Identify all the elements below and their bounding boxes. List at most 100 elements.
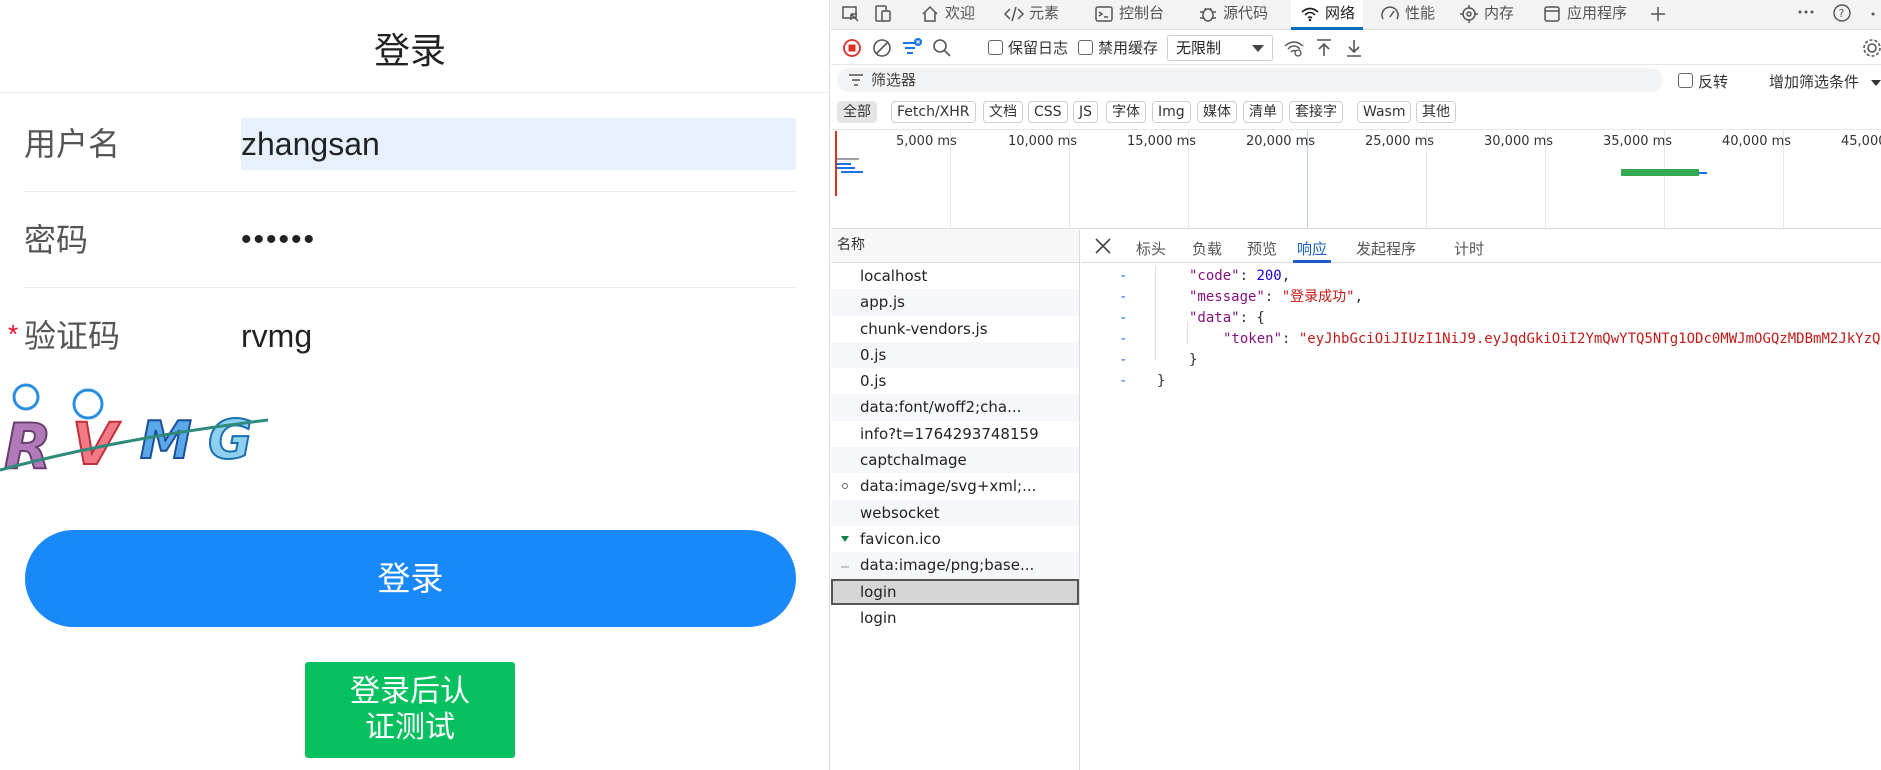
filter-doc[interactable]: 文档: [983, 101, 1023, 123]
indent-guide: [1155, 266, 1156, 360]
filter-css[interactable]: CSS: [1028, 101, 1068, 123]
tab-console[interactable]: 控制台: [1093, 0, 1164, 30]
filter-active-icon[interactable]: [901, 37, 923, 59]
device-toolbar-icon[interactable]: [873, 4, 893, 24]
tab-headers[interactable]: 标头: [1136, 230, 1166, 263]
preserve-log-checkbox[interactable]: [988, 40, 1003, 55]
more-filters-dropdown[interactable]: 增加筛选条件: [1769, 71, 1859, 92]
request-bar: [837, 167, 855, 169]
more-icon[interactable]: [1865, 4, 1881, 24]
request-list-header[interactable]: 名称: [831, 230, 1079, 263]
upload-icon[interactable]: [1313, 37, 1335, 59]
tab-timing[interactable]: 计时: [1454, 230, 1484, 263]
request-row[interactable]: chunk-vendors.js: [831, 316, 1079, 342]
request-row[interactable]: favicon.ico: [831, 526, 1079, 552]
devtools-tabbar: 欢迎 元素 控制台 源代码 网络 性能 内存 应用程序 ?: [831, 0, 1881, 30]
filter-js[interactable]: JS: [1073, 101, 1099, 123]
inspect-icon[interactable]: [841, 4, 861, 24]
disable-cache-checkbox[interactable]: [1078, 40, 1093, 55]
tab-performance[interactable]: 性能: [1379, 0, 1435, 30]
request-row[interactable]: data:font/woff2;cha...: [831, 394, 1079, 421]
tab-response[interactable]: 响应: [1293, 230, 1332, 263]
filter-other[interactable]: 其他: [1416, 101, 1456, 123]
request-row[interactable]: localhost: [831, 263, 1079, 289]
download-icon[interactable]: [1343, 37, 1365, 59]
filter-media[interactable]: 媒体: [1197, 101, 1237, 123]
svg-text:M: M: [140, 411, 192, 471]
tab-network[interactable]: 网络: [1291, 0, 1364, 30]
request-bar: [841, 171, 863, 173]
password-input[interactable]: ••••••: [241, 214, 796, 266]
login-button[interactable]: 登录: [25, 530, 796, 627]
devtools-panel: 欢迎 元素 控制台 源代码 网络 性能 内存 应用程序 ? 保留日志 禁用缓存 …: [831, 0, 1881, 770]
filter-font[interactable]: 字体: [1106, 101, 1146, 123]
wifi-icon: [1301, 7, 1319, 21]
tab-application[interactable]: 应用程序: [1541, 0, 1627, 30]
tab-elements[interactable]: 元素: [1003, 0, 1059, 30]
record-stop-icon[interactable]: [841, 37, 863, 59]
request-row[interactable]: data:image/png;base...: [831, 552, 1079, 579]
help-icon[interactable]: ?: [1831, 2, 1853, 24]
clear-icon[interactable]: [871, 37, 893, 59]
password-row: 密码 ••••••: [24, 192, 796, 288]
tick-label: 40,000 ms: [1722, 134, 1792, 149]
bug-icon: [1200, 7, 1216, 22]
network-toolbar: 保留日志 禁用缓存 无限制: [831, 31, 1881, 65]
captcha-input[interactable]: [241, 310, 796, 362]
timeline-overview[interactable]: 5,000 ms 10,000 ms 15,000 ms 20,000 ms 2…: [831, 129, 1881, 229]
header-divider: [0, 92, 830, 93]
network-conditions-icon[interactable]: [1283, 37, 1305, 59]
throttling-select[interactable]: 无限制: [1167, 35, 1273, 61]
request-row-selected[interactable]: login: [831, 578, 1079, 605]
request-row[interactable]: captchaImage: [831, 447, 1079, 474]
close-icon[interactable]: [1093, 236, 1113, 256]
request-row[interactable]: 0.js: [831, 341, 1079, 369]
chevron-down-icon: [1252, 45, 1264, 52]
request-list: 名称 localhost app.js chunk-vendors.js 0.j…: [831, 230, 1080, 770]
auth-test-button[interactable]: 登录后认 证测试: [305, 662, 515, 758]
request-row[interactable]: websocket: [831, 499, 1079, 526]
tick-label: 35,000 ms: [1603, 134, 1673, 149]
tab-sources[interactable]: 源代码: [1197, 0, 1268, 30]
svg-text:?: ?: [1839, 7, 1845, 20]
request-row[interactable]: login: [831, 605, 1079, 631]
tab-initiator[interactable]: 发起程序: [1356, 230, 1416, 263]
username-input[interactable]: [241, 118, 796, 170]
tab-welcome[interactable]: 欢迎: [919, 0, 975, 30]
filter-input[interactable]: 筛选器: [837, 68, 1663, 92]
favicon-icon: [841, 535, 849, 542]
request-bar: [837, 163, 851, 165]
captcha-image[interactable]: R V M G: [0, 378, 272, 478]
tab-preview[interactable]: 预览: [1247, 230, 1277, 263]
more-filters-caret-icon: [1871, 80, 1881, 86]
search-icon[interactable]: [931, 37, 953, 59]
image-resource-icon: [841, 566, 849, 568]
response-body[interactable]: - "code": 200, - "message": "登录成功", - "data…: [1081, 266, 1881, 666]
tick-label: 25,000 ms: [1365, 134, 1435, 149]
filter-manifest[interactable]: 清单: [1243, 101, 1283, 123]
page-title: 登录: [373, 31, 446, 72]
app-window-icon: [1544, 5, 1560, 22]
filter-socket[interactable]: 套接字: [1289, 101, 1343, 123]
request-row[interactable]: data:image/svg+xml;...: [831, 473, 1079, 499]
request-row[interactable]: 0.js: [831, 368, 1079, 394]
username-label: 用户名: [24, 125, 121, 163]
filter-wasm[interactable]: Wasm: [1357, 101, 1412, 123]
invert-checkbox[interactable]: [1678, 73, 1693, 88]
settings-gear-icon[interactable]: [1861, 37, 1881, 59]
add-tab-icon[interactable]: [1649, 5, 1667, 23]
filter-icon: [849, 74, 863, 86]
request-row[interactable]: app.js: [831, 289, 1079, 316]
request-row[interactable]: info?t=1764293748159: [831, 421, 1079, 447]
filter-placeholder: 筛选器: [871, 71, 917, 89]
tab-payload[interactable]: 负载: [1192, 230, 1222, 263]
more-options-icon[interactable]: [1796, 4, 1816, 24]
detail-tabs: 标头 负载 预览 响应 发起程序 计时: [1081, 230, 1881, 263]
tab-memory[interactable]: 内存: [1458, 0, 1514, 30]
login-page: 登录 用户名 密码 •••••• * 验证码 R V M G 登录 登录后认 证…: [0, 0, 830, 770]
home-icon: [922, 5, 938, 22]
chip-icon: [1460, 4, 1478, 23]
filter-all[interactable]: 全部: [837, 101, 877, 123]
filter-img[interactable]: Img: [1152, 101, 1191, 123]
filter-fetch-xhr[interactable]: Fetch/XHR: [891, 101, 976, 123]
